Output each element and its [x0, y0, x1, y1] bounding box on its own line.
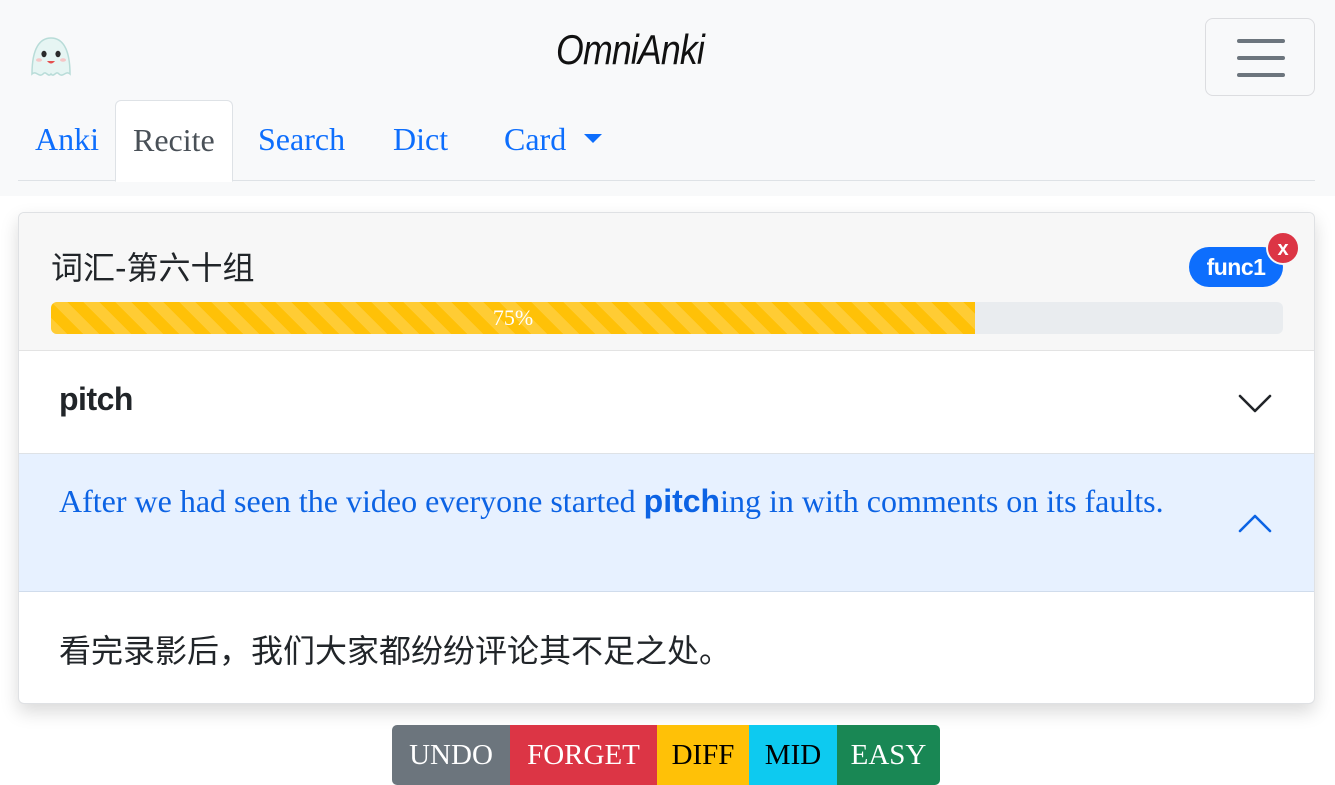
nav-tabs: Anki Recite Search Dict Card [18, 100, 1315, 182]
sentence-highlight: pitch [643, 483, 721, 519]
group-title: 词汇-第六十组 [51, 249, 255, 287]
tab-card-dropdown[interactable]: Card [487, 100, 619, 181]
ghost-logo-icon[interactable] [26, 34, 76, 80]
translation-text: 看完录影后，我们大家都纷纷评论其不足之处。 [59, 632, 732, 670]
diff-button[interactable]: DIFF [657, 725, 749, 785]
sentence-accordion-header[interactable]: After we had seen the video everyone sta… [19, 454, 1314, 592]
tab-card-label: Card [504, 121, 567, 157]
tab-anki[interactable]: Anki [18, 100, 116, 181]
hamburger-menu-icon [1237, 39, 1285, 43]
word-text: pitch [59, 381, 133, 417]
chevron-up-icon[interactable] [1237, 512, 1273, 536]
tab-search[interactable]: Search [241, 100, 362, 181]
chevron-down-icon[interactable] [1237, 391, 1273, 415]
caret-down-icon [584, 134, 603, 144]
menu-toggle-button[interactable] [1205, 18, 1315, 96]
hamburger-menu-icon [1237, 56, 1285, 60]
hamburger-menu-icon [1237, 73, 1285, 77]
app-title: OmniAnki [556, 26, 705, 73]
easy-button[interactable]: EASY [837, 725, 940, 785]
progress-bar: 75% [51, 302, 1283, 334]
sentence-part: After we had seen the video everyone sta… [59, 483, 644, 519]
undo-button[interactable]: UNDO [392, 725, 510, 785]
recite-card: 词汇-第六十组 func1 x 75% pitch After we had s… [18, 212, 1315, 704]
translation-panel: 看完录影后，我们大家都纷纷评论其不足之处。 [19, 593, 1314, 704]
word-accordion-header[interactable]: pitch [19, 351, 1314, 454]
mid-button[interactable]: MID [749, 725, 837, 785]
top-navbar: OmniAnki Anki Recite Search Dict Card [0, 0, 1335, 196]
tab-recite[interactable]: Recite [115, 100, 233, 182]
forget-button[interactable]: FORGET [510, 725, 657, 785]
tab-dict[interactable]: Dict [376, 100, 465, 181]
close-badge-button[interactable]: x [1266, 231, 1300, 265]
review-button-group: UNDO FORGET DIFF MID EASY [392, 725, 940, 785]
card-header: 词汇-第六十组 func1 x 75% [19, 213, 1314, 351]
example-sentence: After we had seen the video everyone sta… [59, 482, 1229, 521]
progress-label: 75% [492, 305, 534, 330]
sentence-part: ing in with comments on its faults. [720, 483, 1164, 519]
